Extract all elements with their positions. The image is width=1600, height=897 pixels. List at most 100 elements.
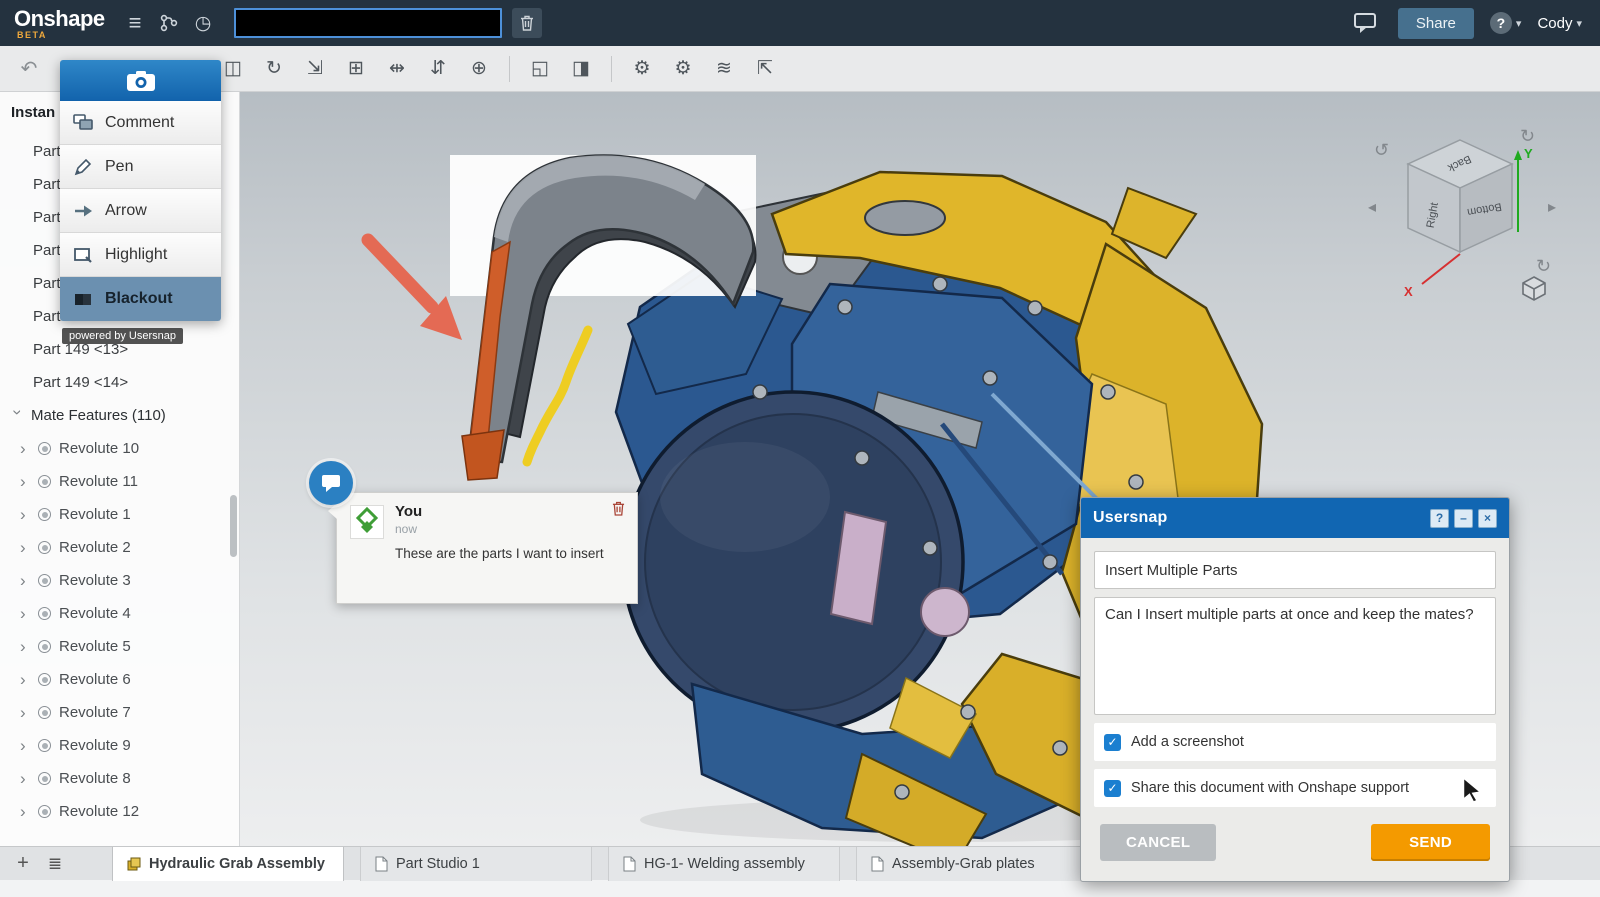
rack-icon[interactable]: ≋ — [705, 53, 743, 85]
list-item-revolute[interactable]: › Revolute 8 — [0, 762, 239, 795]
panel-scrollbar[interactable] — [230, 495, 237, 557]
revolute-label: Revolute 2 — [59, 539, 131, 556]
transform-icon[interactable]: ⊕ — [460, 53, 498, 85]
list-item-revolute[interactable]: ›Revolute 9 — [0, 729, 239, 762]
mate-features-header[interactable]: › Mate Features (110) — [0, 399, 239, 432]
toolbar-separator — [611, 56, 612, 82]
tab-hydraulic-grab-assembly[interactable]: Hydraulic Grab Assembly — [112, 847, 344, 881]
undo-button[interactable]: ↶ — [12, 56, 46, 81]
dialog-close-button[interactable]: × — [1478, 509, 1497, 528]
chevron-right-icon[interactable]: › — [20, 604, 35, 624]
menu-item-highlight[interactable]: Highlight — [60, 233, 221, 277]
menu-item-blackout[interactable]: Blackout — [60, 277, 221, 321]
list-item-part[interactable]: Part 149 <14> — [0, 366, 239, 399]
chevron-right-icon[interactable]: › — [20, 802, 35, 822]
mate-connector-icon[interactable]: ⚙ — [664, 53, 702, 85]
chevron-right-icon[interactable]: › — [20, 769, 35, 789]
isometric-view-icon[interactable] — [1520, 274, 1548, 307]
hamburger-menu-icon[interactable]: ≡ — [118, 6, 152, 40]
mate-icon[interactable]: ⚙ — [623, 53, 661, 85]
send-button[interactable]: SEND — [1371, 824, 1490, 861]
avatar — [350, 505, 384, 539]
move-icon[interactable]: ⇹ — [378, 53, 416, 85]
document-name-blackout[interactable] — [234, 8, 502, 38]
revolute-mate-icon — [38, 475, 51, 488]
rotate-cw2-icon: ↻ — [1536, 256, 1551, 276]
list-item-revolute[interactable]: › Revolute 3 — [0, 564, 239, 597]
message-textarea[interactable] — [1094, 597, 1496, 715]
tab-list-button[interactable]: ≣ — [38, 854, 72, 874]
chevron-right-icon[interactable]: › — [20, 703, 35, 723]
add-tab-button[interactable]: + — [8, 852, 38, 875]
exploded-view-icon[interactable]: ⇱ — [746, 53, 784, 85]
cancel-button[interactable]: CANCEL — [1100, 824, 1216, 861]
tab-hg1-welding-assembly[interactable]: HG-1- Welding assembly — [608, 847, 840, 881]
share-button[interactable]: Share — [1398, 8, 1474, 39]
trash-icon[interactable] — [512, 8, 542, 38]
chevron-right-icon[interactable]: › — [20, 736, 35, 756]
chevron-right-icon[interactable]: › — [20, 571, 35, 591]
appearance-icon[interactable]: ◨ — [562, 53, 600, 85]
user-menu[interactable]: Cody ▾ — [1537, 15, 1582, 32]
chevron-right-icon[interactable]: › — [20, 472, 35, 492]
revolve-icon[interactable]: ↻ — [255, 53, 293, 85]
history-icon[interactable]: ◷ — [186, 6, 220, 40]
dialog-titlebar[interactable]: Usersnap ? – × — [1081, 498, 1509, 538]
tab-label: Assembly-Grab plates — [892, 856, 1035, 872]
chat-comments-icon[interactable] — [1348, 6, 1382, 40]
pattern-icon[interactable]: ⊞ — [337, 53, 375, 85]
revolute-mate-icon — [38, 607, 51, 620]
subject-input[interactable] — [1094, 551, 1496, 589]
chevron-right-icon[interactable]: › — [20, 505, 35, 525]
mouse-cursor — [1462, 778, 1482, 807]
comment-author: You — [395, 503, 422, 520]
revolute-label: Revolute 5 — [59, 638, 131, 655]
show-hidden-icon[interactable]: ◱ — [521, 53, 559, 85]
chevron-right-icon[interactable]: › — [20, 637, 35, 657]
named-views-icon[interactable]: ⇲ — [296, 53, 334, 85]
help-menu[interactable]: ? ▾ — [1490, 12, 1522, 34]
menu-item-label: Arrow — [105, 202, 147, 220]
revolute-label: Revolute 8 — [59, 770, 131, 787]
chevron-right-icon[interactable]: › — [20, 538, 35, 558]
list-item-revolute[interactable]: ›Revolute 11 — [0, 465, 239, 498]
help-icon: ? — [1490, 12, 1512, 34]
checkbox-checked-icon[interactable]: ✓ — [1104, 780, 1121, 797]
onshape-logo[interactable]: Onshape BETA — [14, 6, 118, 40]
checkbox-checked-icon[interactable]: ✓ — [1104, 734, 1121, 751]
menu-item-pen[interactable]: Pen — [60, 145, 221, 189]
list-item-revolute[interactable]: ›Revolute 1 — [0, 498, 239, 531]
list-item-revolute[interactable]: ›Revolute 7 — [0, 696, 239, 729]
chevron-right-icon[interactable]: › — [20, 439, 35, 459]
assembly-tab-icon — [127, 857, 141, 871]
share-document-row[interactable]: ✓ Share this document with Onshape suppo… — [1094, 769, 1496, 807]
revolute-mate-icon — [38, 541, 51, 554]
snap-mode-icon[interactable]: ⇵ — [419, 53, 457, 85]
chevron-right-icon[interactable]: › — [20, 670, 35, 690]
screenshot-camera-icon[interactable] — [60, 60, 221, 101]
chevron-down-icon[interactable]: › — [8, 409, 28, 424]
list-item-revolute[interactable]: › Revolute 2 — [0, 531, 239, 564]
dialog-help-button[interactable]: ? — [1430, 509, 1449, 528]
list-item-revolute[interactable]: ›Revolute 4 — [0, 597, 239, 630]
list-item-revolute[interactable]: › Revolute 5 — [0, 630, 239, 663]
menu-item-arrow[interactable]: Arrow — [60, 189, 221, 233]
comment-pin[interactable] — [309, 461, 353, 505]
revolute-mate-icon — [38, 640, 51, 653]
versions-branch-icon[interactable] — [152, 6, 186, 40]
arrow-annotation[interactable] — [368, 240, 462, 340]
list-item-revolute[interactable]: ›Revolute 12 — [0, 795, 239, 828]
add-screenshot-row[interactable]: ✓ Add a screenshot — [1094, 723, 1496, 761]
delete-comment-icon[interactable] — [612, 501, 625, 521]
comment-time: now — [395, 522, 417, 536]
revolute-label: Revolute 3 — [59, 572, 131, 589]
list-item-revolute[interactable]: ›Revolute 6 — [0, 663, 239, 696]
list-item-revolute[interactable]: ›Revolute 10 — [0, 432, 239, 465]
dialog-title: Usersnap — [1093, 509, 1168, 527]
onshape-app: Onshape BETA ≡ ◷ Share ? ▾ Cody ▾ — [0, 0, 1600, 897]
tab-part-studio-1[interactable]: Part Studio 1 — [360, 847, 592, 881]
dialog-minimize-button[interactable]: – — [1454, 509, 1473, 528]
menu-item-comment[interactable]: Comment — [60, 101, 221, 145]
menu-item-label: Pen — [105, 158, 133, 176]
tab-assembly-grab-plates[interactable]: Assembly-Grab plates — [856, 847, 1088, 881]
